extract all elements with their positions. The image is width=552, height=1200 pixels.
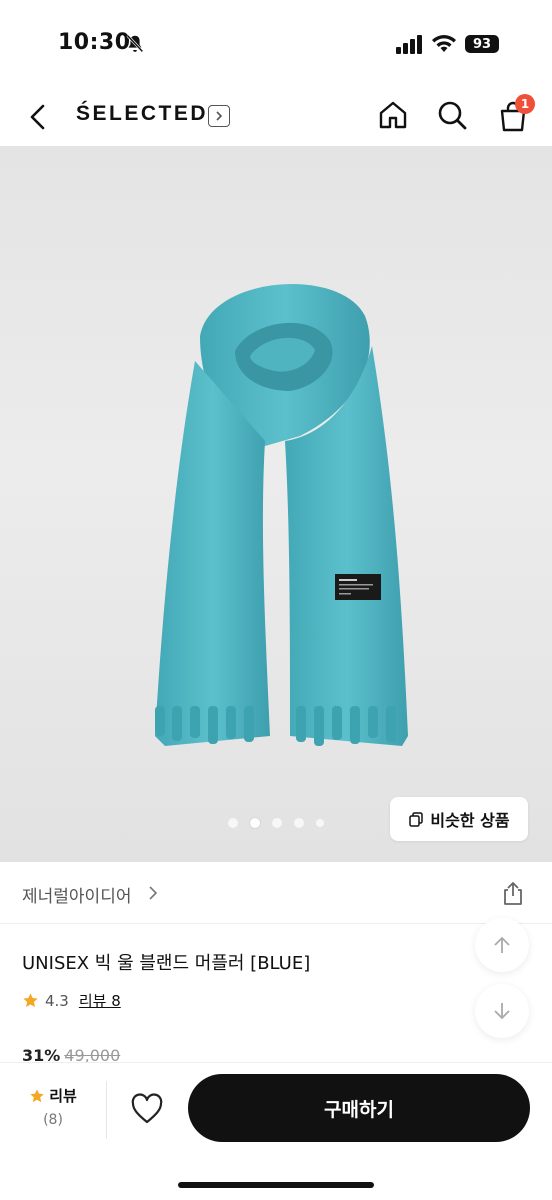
bottom-action-bar: 리뷰 (8) 구매하기 bbox=[0, 1062, 552, 1200]
home-icon[interactable] bbox=[376, 98, 410, 132]
back-arrow-icon[interactable] bbox=[22, 100, 56, 134]
brand-chevron-icon[interactable] bbox=[208, 105, 230, 127]
status-time: 10:30 bbox=[58, 30, 131, 55]
brand-name[interactable]: ŚELECTED bbox=[76, 102, 208, 126]
rating-row: 4.3 리뷰 8 bbox=[22, 990, 121, 1011]
battery-indicator: 93 bbox=[465, 35, 499, 53]
review-label: 리뷰 bbox=[49, 1087, 77, 1105]
review-summary-button[interactable]: 리뷰 (8) bbox=[22, 1085, 84, 1128]
similar-products-label: 비슷한 상품 bbox=[430, 811, 510, 830]
scroll-down-button[interactable] bbox=[475, 984, 529, 1038]
cart-count-badge: 1 bbox=[515, 94, 535, 114]
search-icon[interactable] bbox=[435, 98, 469, 132]
heart-icon[interactable] bbox=[130, 1093, 164, 1125]
cellular-signal-icon bbox=[396, 35, 422, 54]
share-icon[interactable] bbox=[500, 880, 526, 906]
rating-value: 4.3 bbox=[45, 991, 69, 1010]
similar-products-button[interactable]: 비슷한 상품 bbox=[390, 797, 528, 841]
scroll-up-button[interactable] bbox=[475, 918, 529, 972]
arrow-down-icon bbox=[494, 1003, 510, 1020]
seller-row: 제너럴아이디어 bbox=[0, 862, 552, 924]
divider bbox=[106, 1081, 107, 1139]
status-bar: 10:30 93 bbox=[0, 0, 552, 90]
buy-button[interactable]: 구매하기 bbox=[188, 1074, 530, 1142]
product-image bbox=[155, 283, 408, 746]
review-count-link[interactable]: 리뷰 8 bbox=[79, 990, 121, 1011]
star-icon bbox=[23, 993, 38, 1007]
pagination-dot[interactable] bbox=[294, 818, 304, 828]
review-count: (8) bbox=[43, 1112, 63, 1128]
arrow-up-icon bbox=[494, 936, 510, 953]
home-indicator bbox=[178, 1182, 374, 1188]
wifi-icon bbox=[432, 35, 456, 52]
product-image-gallery[interactable]: 비슷한 상품 bbox=[0, 146, 552, 862]
top-nav: ŚELECTED 1 bbox=[0, 90, 552, 146]
pagination-dot-active[interactable] bbox=[250, 818, 260, 828]
seller-name[interactable]: 제너럴아이디어 bbox=[22, 882, 131, 907]
copy-icon bbox=[409, 812, 424, 827]
pagination-dot[interactable] bbox=[272, 818, 282, 828]
bell-muted-icon bbox=[126, 34, 144, 53]
star-icon bbox=[30, 1088, 44, 1102]
pagination-dot[interactable] bbox=[228, 818, 238, 828]
pagination-dot[interactable] bbox=[316, 819, 324, 827]
product-title: UNISEX 빅 울 블랜드 머플러 [BLUE] bbox=[22, 953, 311, 974]
chevron-right-icon[interactable] bbox=[146, 886, 160, 900]
